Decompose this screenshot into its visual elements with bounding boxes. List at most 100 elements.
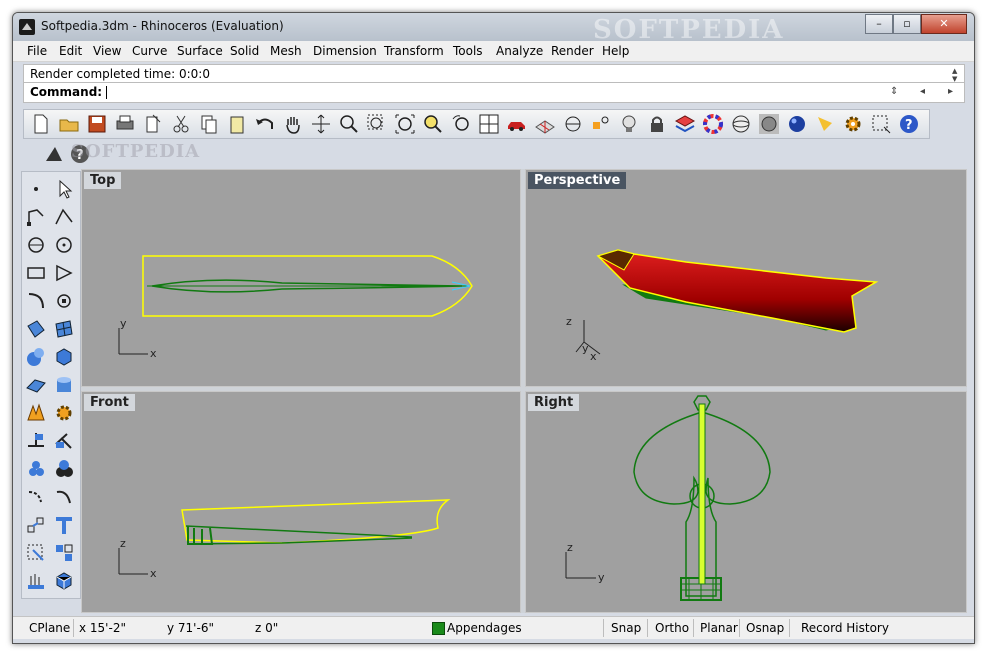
command-prev-arrow[interactable]: ◂ xyxy=(920,86,925,97)
cut-icon[interactable] xyxy=(170,113,192,135)
menu-mesh[interactable]: Mesh xyxy=(270,44,302,58)
command-next-arrow[interactable]: ▸ xyxy=(948,86,953,97)
snap-toggle[interactable]: Snap xyxy=(611,621,641,635)
solid-box-icon[interactable] xyxy=(53,346,75,368)
menu-help[interactable]: Help xyxy=(602,44,629,58)
maximize-button[interactable]: ▫ xyxy=(893,14,921,34)
save-icon[interactable] xyxy=(86,113,108,135)
triangle-icon[interactable] xyxy=(53,262,75,284)
point-icon[interactable] xyxy=(590,113,612,135)
open-folder-icon[interactable] xyxy=(58,113,80,135)
menu-dimension[interactable]: Dimension xyxy=(313,44,377,58)
dimension-icon[interactable] xyxy=(25,430,47,452)
render-box-icon[interactable] xyxy=(53,570,75,592)
render-icon[interactable] xyxy=(43,143,65,165)
menu-solid[interactable]: Solid xyxy=(230,44,259,58)
options-icon[interactable] xyxy=(870,113,892,135)
paste-icon[interactable] xyxy=(226,113,248,135)
viewport-right-label[interactable]: Right xyxy=(528,394,580,411)
osnap-toggle[interactable]: Osnap xyxy=(746,621,784,635)
ellipse-icon[interactable] xyxy=(53,290,75,312)
planar-toggle[interactable]: Planar xyxy=(700,621,738,635)
undo-icon[interactable] xyxy=(254,113,276,135)
gear-icon[interactable] xyxy=(842,113,864,135)
layer-icon[interactable] xyxy=(674,113,696,135)
print-icon[interactable] xyxy=(114,113,136,135)
menu-file[interactable]: File xyxy=(27,44,47,58)
cplane-icon[interactable] xyxy=(562,113,584,135)
menu-render[interactable]: Render xyxy=(551,44,594,58)
mesh-plane-icon[interactable] xyxy=(534,113,556,135)
circle-center-icon[interactable] xyxy=(53,234,75,256)
surface-grid-icon[interactable] xyxy=(53,318,75,340)
zoom-selected-icon[interactable] xyxy=(422,113,444,135)
viewport-front-label[interactable]: Front xyxy=(84,394,135,411)
menu-analyze[interactable]: Analyze xyxy=(496,44,543,58)
viewport-right[interactable]: z y Right xyxy=(525,391,967,613)
close-button[interactable]: ✕ xyxy=(921,14,967,34)
car-icon[interactable] xyxy=(506,113,528,135)
surface-patch-icon[interactable] xyxy=(25,318,47,340)
arc-edge-icon[interactable] xyxy=(53,486,75,508)
menu-edit[interactable]: Edit xyxy=(59,44,82,58)
layer-color-swatch[interactable] xyxy=(432,622,445,635)
history-scroll-arrows[interactable]: ▲ ▼ xyxy=(952,67,962,83)
fillet-icon[interactable] xyxy=(25,486,47,508)
zoom-window-icon[interactable] xyxy=(366,113,388,135)
lock-icon[interactable] xyxy=(646,113,668,135)
surface-network-icon[interactable] xyxy=(25,374,47,396)
help-icon[interactable]: ? xyxy=(898,113,920,135)
menu-tools[interactable]: Tools xyxy=(453,44,483,58)
array-icon[interactable] xyxy=(25,514,47,536)
minimize-button[interactable]: – xyxy=(865,14,893,34)
menu-view[interactable]: View xyxy=(93,44,121,58)
polyline-icon[interactable] xyxy=(25,206,47,228)
trim-icon[interactable] xyxy=(53,430,75,452)
sphere-blue-icon[interactable] xyxy=(786,113,808,135)
zoom-icon[interactable] xyxy=(338,113,360,135)
import-icon[interactable] xyxy=(142,113,164,135)
group-icon[interactable] xyxy=(53,542,75,564)
boolean-icon[interactable] xyxy=(25,458,47,480)
polygon-curve-icon[interactable] xyxy=(53,206,75,228)
status-current-layer[interactable]: Appendages xyxy=(447,621,522,635)
viewport-top-label[interactable]: Top xyxy=(84,172,122,189)
sphere-wire-icon[interactable] xyxy=(730,113,752,135)
zoom-extents-icon[interactable] xyxy=(394,113,416,135)
menu-transform[interactable]: Transform xyxy=(384,44,444,58)
circle-icon[interactable] xyxy=(25,234,47,256)
viewport-top[interactable]: y x Top xyxy=(81,169,521,387)
cylinder-icon[interactable] xyxy=(53,374,75,396)
rotate-view-icon[interactable] xyxy=(310,113,332,135)
menu-curve[interactable]: Curve xyxy=(132,44,167,58)
viewport-front[interactable]: z x Front xyxy=(81,391,521,613)
record-history-toggle[interactable]: Record History xyxy=(801,621,889,635)
viewport-perspective-label[interactable]: Perspective xyxy=(528,172,627,189)
rectangle-icon[interactable] xyxy=(25,262,47,284)
render-pattern-icon[interactable] xyxy=(25,570,47,592)
command-scroll-arrows[interactable]: ⇕ xyxy=(890,86,898,97)
point-tool-icon[interactable] xyxy=(25,178,47,200)
pan-hand-icon[interactable] xyxy=(282,113,304,135)
four-viewports-icon[interactable] xyxy=(478,113,500,135)
command-history[interactable]: Render completed time: 0:0:0 ▲ ▼ xyxy=(23,64,965,84)
new-file-icon[interactable] xyxy=(30,113,52,135)
copy-icon[interactable] xyxy=(198,113,220,135)
rhino-app-icon[interactable] xyxy=(19,19,35,35)
title-bar[interactable]: Softpedia.3dm - Rhinoceros (Evaluation) … xyxy=(13,13,974,45)
select-arrow-icon[interactable] xyxy=(53,178,75,200)
undo-view-icon[interactable] xyxy=(450,113,472,135)
explode-icon[interactable] xyxy=(25,402,47,424)
light-bulb-icon[interactable] xyxy=(618,113,640,135)
settings-gear-icon[interactable] xyxy=(53,402,75,424)
boolean-union-icon[interactable] xyxy=(53,458,75,480)
spotlight-icon[interactable] xyxy=(814,113,836,135)
sphere-render-icon[interactable] xyxy=(758,113,780,135)
menu-surface[interactable]: Surface xyxy=(177,44,223,58)
solid-spheres-icon[interactable] xyxy=(25,346,47,368)
viewport-perspective[interactable]: z y x Perspective xyxy=(525,169,967,387)
command-line[interactable]: Command: ⇕ ◂ ▸ xyxy=(23,82,965,103)
ortho-toggle[interactable]: Ortho xyxy=(655,621,689,635)
color-wheel-icon[interactable] xyxy=(702,113,724,135)
arc-icon[interactable] xyxy=(25,290,47,312)
